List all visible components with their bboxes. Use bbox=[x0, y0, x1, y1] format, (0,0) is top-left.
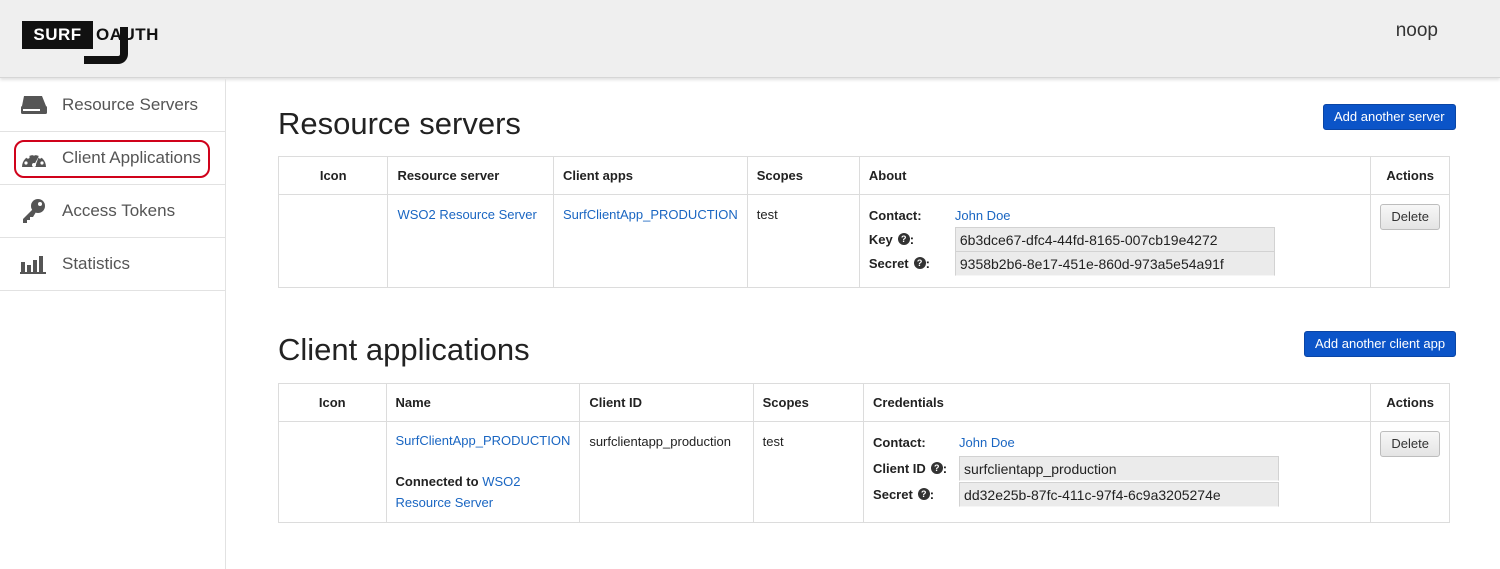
current-user[interactable]: noop bbox=[1396, 20, 1438, 42]
client-id-row: Client ID ?: surfclientapp_production bbox=[873, 455, 1361, 481]
add-server-button[interactable]: Add another server bbox=[1323, 104, 1456, 130]
resource-servers-table: Icon Resource server Client apps Scopes … bbox=[278, 156, 1450, 288]
name-cell: SurfClientApp_PRODUCTION Connected to WS… bbox=[386, 421, 581, 523]
sidebar-item-label: Access Tokens bbox=[62, 201, 176, 220]
column-header-actions: Actions bbox=[1370, 383, 1450, 422]
sidebar-item-access-tokens[interactable]: Access Tokens bbox=[0, 185, 225, 238]
contact-row: Contact: John Doe bbox=[869, 203, 1362, 227]
column-header-icon: Icon bbox=[278, 156, 389, 195]
table-header-row: Icon Name Client ID Scopes Credentials A… bbox=[278, 383, 1450, 422]
key-row: Key ?: 6b3dce67-dfc4-44fd-8165-007cb19e4… bbox=[868, 226, 1362, 252]
delete-button[interactable]: Delete bbox=[1380, 431, 1440, 457]
column-header-client-id: Client ID bbox=[579, 383, 754, 422]
column-header-actions: Actions bbox=[1370, 156, 1450, 195]
sidebar-item-label: Statistics bbox=[62, 254, 131, 273]
column-header-icon: Icon bbox=[278, 383, 387, 422]
client-id-cell: surfclientapp_production bbox=[579, 421, 754, 523]
key-field[interactable]: 6b3dce67-dfc4-44fd-8165-007cb19e4272 bbox=[954, 226, 1275, 252]
client-app-link[interactable]: SurfClientApp_PRODUCTION bbox=[563, 207, 738, 222]
resource-server-cell: WSO2 Resource Server bbox=[387, 194, 554, 288]
sidebar-item-client-applications[interactable]: Client Applications bbox=[0, 132, 225, 185]
secret-row: Secret ?: 9358b2b6-8e17-451e-860d-973a5e… bbox=[868, 250, 1362, 276]
secret-label-text: Secret bbox=[868, 255, 909, 271]
column-header-scopes: Scopes bbox=[753, 383, 865, 422]
key-label-text: Key bbox=[868, 231, 893, 247]
actions-cell: Delete bbox=[1371, 195, 1450, 288]
top-header: SURF OAUTH noop bbox=[0, 0, 1500, 78]
sidebar-item-label: Resource Servers bbox=[62, 95, 199, 114]
key-icon bbox=[20, 197, 48, 225]
column-header-credentials: Credentials bbox=[863, 383, 1372, 422]
secret-label-text: Secret bbox=[873, 486, 913, 502]
client-applications-title: Client applications bbox=[278, 332, 530, 367]
resource-servers-title: Resource servers bbox=[278, 106, 521, 141]
sidebar: Resource Servers Client Applications Acc… bbox=[0, 79, 226, 569]
server-icon bbox=[20, 91, 48, 119]
column-header-client-apps: Client apps bbox=[553, 156, 748, 195]
contact-link[interactable]: John Doe bbox=[955, 208, 1011, 223]
help-icon[interactable]: ? bbox=[897, 233, 910, 245]
actions-cell: Delete bbox=[1371, 422, 1450, 523]
sidebar-item-resource-servers[interactable]: Resource Servers bbox=[0, 79, 225, 132]
contact-row: Contact: John Doe bbox=[873, 430, 1361, 454]
contact-label: Contact: bbox=[868, 207, 922, 223]
logo-surf-text: SURF bbox=[22, 21, 93, 49]
add-client-app-button[interactable]: Add another client app bbox=[1304, 331, 1457, 357]
column-header-about: About bbox=[859, 156, 1372, 195]
delete-button[interactable]: Delete bbox=[1380, 204, 1440, 230]
client-id-label-text: Client ID bbox=[873, 460, 926, 476]
client-id-label: Client ID ?: bbox=[873, 460, 948, 476]
table-row: SurfClientApp_PRODUCTION Connected to WS… bbox=[278, 421, 1450, 523]
table-row: WSO2 Resource Server SurfClientApp_PRODU… bbox=[278, 194, 1450, 288]
client-apps-cell: SurfClientApp_PRODUCTION bbox=[553, 194, 748, 288]
connected-label: Connected to bbox=[395, 474, 479, 489]
column-header-resource-server: Resource server bbox=[387, 156, 554, 195]
credentials-cell: Contact: John Doe Client ID ?: surfclien… bbox=[863, 421, 1372, 523]
icon-cell bbox=[278, 421, 387, 523]
help-icon[interactable]: ? bbox=[913, 257, 926, 269]
column-header-scopes: Scopes bbox=[747, 156, 860, 195]
help-icon[interactable]: ? bbox=[930, 462, 943, 474]
connected-to: Connected to WSO2 Resource Server bbox=[396, 471, 571, 513]
sidebar-item-statistics[interactable]: Statistics bbox=[0, 238, 225, 291]
secret-label: Secret ?: bbox=[868, 255, 930, 271]
client-id-field[interactable]: surfclientapp_production bbox=[959, 455, 1280, 481]
about-cell: Contact: John Doe Key ?: 6b3dce67-dfc4-4… bbox=[859, 194, 1372, 288]
secret-field[interactable]: 9358b2b6-8e17-451e-860d-973a5e54a91f bbox=[954, 250, 1275, 276]
key-label: Key ?: bbox=[868, 231, 915, 247]
resource-server-link[interactable]: WSO2 Resource Server bbox=[397, 207, 536, 222]
logo-oauth-text: OAUTH bbox=[96, 25, 159, 44]
client-app-name-link[interactable]: SurfClientApp_PRODUCTION bbox=[396, 433, 571, 448]
contact-label: Contact: bbox=[873, 434, 926, 450]
table-header-row: Icon Resource server Client apps Scopes … bbox=[278, 156, 1450, 195]
bar-chart-icon bbox=[20, 250, 48, 278]
highlight-ring bbox=[14, 140, 210, 178]
help-icon[interactable]: ? bbox=[917, 488, 930, 500]
secret-label: Secret ?: bbox=[873, 486, 935, 502]
client-applications-table: Icon Name Client ID Scopes Credentials A… bbox=[278, 383, 1450, 523]
icon-cell bbox=[278, 194, 389, 288]
scopes-cell: test bbox=[747, 194, 860, 288]
contact-link[interactable]: John Doe bbox=[959, 435, 1015, 450]
secret-field[interactable]: dd32e25b-87fc-411c-97f4-6c9a3205274e bbox=[959, 481, 1280, 507]
secret-row: Secret ?: dd32e25b-87fc-411c-97f4-6c9a32… bbox=[873, 481, 1361, 507]
column-header-name: Name bbox=[386, 383, 581, 422]
scopes-cell: test bbox=[753, 421, 865, 523]
